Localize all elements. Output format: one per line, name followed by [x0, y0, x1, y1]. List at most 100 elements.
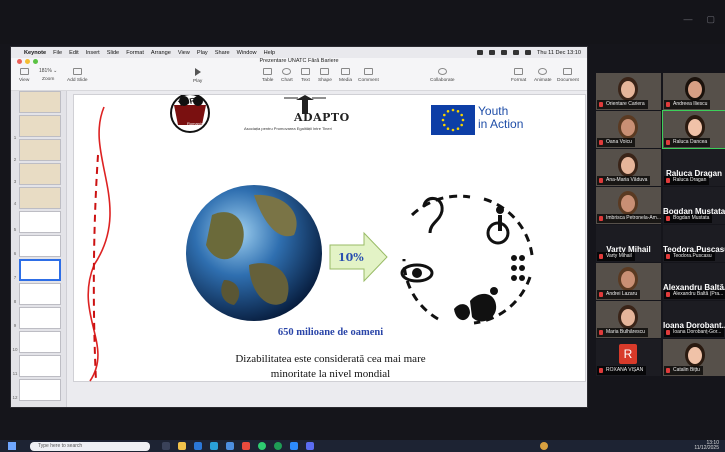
participant-tile[interactable]: R ROXANA VIȘAN: [596, 339, 661, 376]
slide-thumbnail[interactable]: [19, 163, 61, 185]
search-icon[interactable]: [524, 50, 531, 55]
participant-tile[interactable]: Maria Bulhărescu: [596, 301, 661, 338]
participant-face: [621, 81, 635, 98]
zoom-app-icon[interactable]: [290, 442, 298, 450]
eu-star-icon: [446, 127, 450, 130]
participant-name-label: Ana-Maria Văduva: [597, 176, 651, 185]
participant-tile[interactable]: Oana Voicu: [596, 111, 661, 148]
slide-thumbnail-selected[interactable]: [19, 259, 61, 281]
dot-icon: [490, 287, 498, 295]
participant-tile[interactable]: Ioana Dorobant... Ioana Dorobanț-Gor...: [663, 301, 725, 338]
muted-mic-icon: [599, 292, 603, 297]
mac-menubar: Keynote File Edit Insert Slide Format Ar…: [11, 47, 587, 58]
participant-tile[interactable]: Orientare Cariera: [596, 73, 661, 110]
menu-view[interactable]: View: [178, 50, 190, 56]
volume-icon[interactable]: [500, 50, 507, 55]
chart-button[interactable]: Chart: [281, 68, 293, 83]
muted-mic-icon: [666, 102, 670, 107]
eu-flag-logo: [431, 105, 475, 135]
status-icon[interactable]: [488, 50, 495, 55]
participant-tile[interactable]: Ana-Maria Văduva: [596, 149, 661, 186]
participant-name-label: Andreea Iliescu: [664, 100, 711, 109]
slide-thumbnail[interactable]: [19, 91, 61, 113]
maximize-icon[interactable]: ▢: [706, 14, 715, 25]
menu-play[interactable]: Play: [197, 50, 208, 56]
mac-clock: Thu 11 Dec 13:10: [536, 49, 581, 56]
shape-button[interactable]: Shape: [318, 68, 332, 83]
menu-edit[interactable]: Edit: [69, 50, 79, 56]
participant-tile[interactable]: Raluca Dancea: [662, 110, 725, 149]
menu-insert[interactable]: Insert: [86, 50, 100, 56]
zoom-button[interactable]: 181% ⌄ Zoom: [39, 68, 57, 82]
menu-file[interactable]: File: [53, 50, 62, 56]
participant-tile[interactable]: Varty Mihail Varty Mihail: [596, 225, 661, 262]
view-button[interactable]: View: [19, 68, 29, 83]
slide-thumbnail[interactable]: [19, 283, 61, 305]
format-button[interactable]: Format: [511, 68, 526, 83]
participant-tile[interactable]: Bogdan Mustata Bogdan Mustata: [663, 187, 725, 224]
slide-thumbnail[interactable]: [19, 211, 61, 233]
participant-tile[interactable]: Teodora.Puscasu Teodora.Puscasu: [663, 225, 725, 262]
slide-thumbnail[interactable]: [19, 379, 61, 401]
app-icon[interactable]: [274, 442, 282, 450]
muted-mic-icon: [599, 368, 603, 373]
app-icon[interactable]: [194, 442, 202, 450]
wifi-icon[interactable]: [512, 50, 519, 55]
eu-star-icon: [446, 110, 450, 113]
participant-tile[interactable]: Andreea Iliescu: [663, 73, 725, 110]
app-icon[interactable]: [258, 442, 266, 450]
slide-thumbnail[interactable]: [19, 355, 61, 377]
table-button[interactable]: Table: [262, 68, 273, 83]
keynote-workspace: 1 2 3 4 5 6 7 8 9 10 11 12 YORK Romania …: [11, 91, 587, 407]
slide-thumbnail[interactable]: [19, 235, 61, 257]
collaborate-button[interactable]: Collaborate: [430, 68, 455, 83]
taskbar-search-input[interactable]: Type here to search: [30, 442, 150, 451]
chart-icon: [282, 68, 292, 75]
menu-window[interactable]: Window: [237, 50, 257, 56]
participant-tile[interactable]: Catalin Bițtu: [663, 339, 725, 376]
adapto-title: ADAPTO: [294, 111, 350, 124]
comment-button[interactable]: Comment: [358, 68, 379, 83]
avatar: R: [619, 344, 637, 364]
file-explorer-icon[interactable]: [178, 442, 186, 450]
menu-share[interactable]: Share: [215, 50, 230, 56]
document-button[interactable]: Document: [557, 68, 579, 83]
youth-in-action-line2: in Action: [478, 117, 524, 131]
app-icon[interactable]: [242, 442, 250, 450]
menu-format[interactable]: Format: [126, 50, 144, 56]
participant-name-label: Andrei Lazaru: [597, 290, 641, 299]
participant-tile[interactable]: Imbrisca Petronela-Am...: [596, 187, 661, 224]
app-icon[interactable]: [226, 442, 234, 450]
text-button[interactable]: Text: [301, 68, 310, 83]
menu-help[interactable]: Help: [264, 50, 276, 56]
slide-thumbnail[interactable]: [19, 115, 61, 137]
slide-thumbnail[interactable]: [19, 331, 61, 353]
muted-mic-icon: [666, 178, 670, 183]
app-icon[interactable]: [306, 442, 314, 450]
participant-name-label: Teodora.Puscasu: [664, 252, 715, 261]
taskbar-clock[interactable]: 13:10 11/12/2025: [694, 441, 719, 451]
play-button[interactable]: Play: [193, 68, 202, 84]
menu-arrange[interactable]: Arrange: [151, 50, 171, 56]
slide-thumbnail[interactable]: [19, 139, 61, 161]
sidebar-icon: [19, 68, 29, 75]
menu-keynote[interactable]: Keynote: [24, 50, 46, 56]
weather-icon[interactable]: [540, 442, 548, 450]
task-view-icon[interactable]: [162, 442, 170, 450]
windows-start-icon[interactable]: [8, 442, 16, 450]
status-icon[interactable]: [476, 50, 483, 55]
percentage-label: 10%: [338, 251, 364, 264]
participant-tile[interactable]: Raluca Dragan Raluca Dragan: [663, 149, 725, 186]
slide-canvas[interactable]: YORK Romania ADAPTO Asociația pentru Pro…: [73, 94, 586, 382]
participant-tile[interactable]: Andrei Lazaru: [596, 263, 661, 300]
media-button[interactable]: Media: [339, 68, 352, 83]
york-logo-subtext: Romania: [187, 121, 204, 126]
minimize-icon[interactable]: —: [683, 14, 692, 25]
app-icon[interactable]: [210, 442, 218, 450]
slide-thumbnail[interactable]: [19, 307, 61, 329]
participant-tile[interactable]: Alexandru Baltă... Alexandru Baltă (Pra..…: [663, 263, 725, 300]
add-slide-button[interactable]: Add Slide: [67, 68, 88, 83]
animate-button[interactable]: Animate: [534, 68, 552, 83]
menu-slide[interactable]: Slide: [107, 50, 119, 56]
slide-thumbnail[interactable]: [19, 187, 61, 209]
